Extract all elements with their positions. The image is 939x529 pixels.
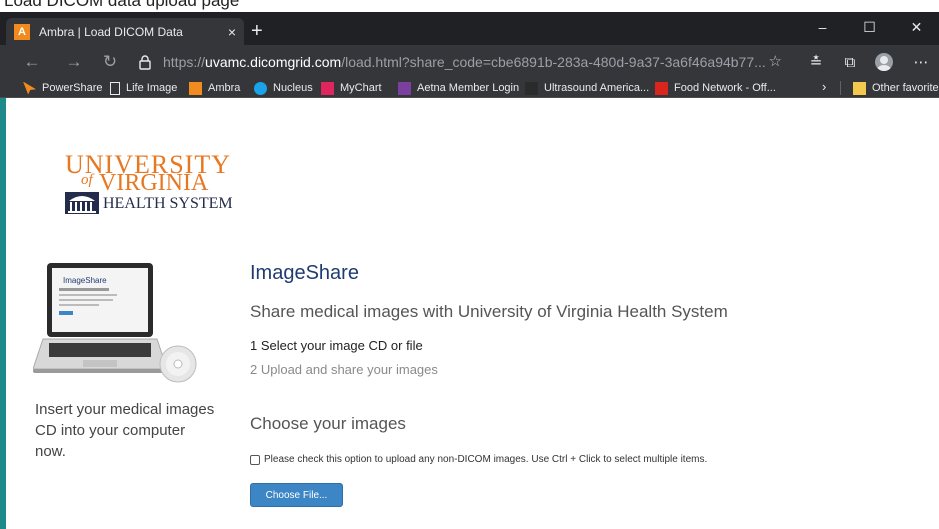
caption-text: Load DICOM data upload page xyxy=(4,0,240,10)
logo-line-virginia: VIRGINIA xyxy=(99,170,209,196)
url-host: uvamc.dicomgrid.com xyxy=(205,54,342,70)
blank-icon xyxy=(525,81,538,95)
step-1-label: 1 Select your image CD or file xyxy=(250,338,423,353)
browser-titlebar: A Ambra | Load DICOM Data × + – ☐ ✕ xyxy=(0,12,939,45)
bookmark-mychart[interactable]: MyChart xyxy=(321,80,382,96)
ambra-icon xyxy=(189,81,202,95)
favorites-list-icon[interactable]: ≛ xyxy=(803,50,829,74)
folder-icon xyxy=(853,81,866,95)
page-title: ImageShare xyxy=(250,262,359,284)
collections-icon[interactable]: ⧉ xyxy=(837,50,863,74)
bookmark-ambra[interactable]: Ambra xyxy=(189,80,240,96)
bookmark-life-image[interactable]: Life Image xyxy=(110,80,177,96)
tab-title: Ambra | Load DICOM Data xyxy=(39,24,183,39)
bookmark-other-favorites[interactable]: Other favorites xyxy=(853,80,939,96)
logo-line-health-system: HEALTH SYSTEM xyxy=(103,195,233,212)
url-path: /load.html?share_code=cbe6891b-283a-480d… xyxy=(341,54,766,70)
insert-cd-instructions: Insert your medical images CD into your … xyxy=(35,401,215,460)
maximize-icon[interactable]: ☐ xyxy=(847,12,892,42)
more-menu-icon[interactable]: ⋯ xyxy=(908,50,934,74)
logo-of: of xyxy=(81,172,93,188)
chevron-right-icon[interactable]: › xyxy=(822,79,826,94)
back-arrow-icon[interactable]: ← xyxy=(20,50,44,74)
profile-avatar[interactable] xyxy=(871,50,897,74)
laptop-with-cd-illustration: ImageShare xyxy=(33,263,197,383)
bookmark-ultrasound[interactable]: Ultrasound America... xyxy=(525,80,649,96)
browser-toolbar: ← → ↻ https:// uvamc.dicomgrid.com /load… xyxy=(0,45,939,78)
refresh-icon[interactable]: ↻ xyxy=(98,50,122,74)
foodnetwork-icon xyxy=(655,81,668,95)
rotunda-icon xyxy=(65,192,99,214)
new-tab-icon[interactable]: + xyxy=(251,21,263,41)
bookmark-aetna[interactable]: Aetna Member Login xyxy=(398,80,519,96)
bookmark-food-network[interactable]: Food Network - Off... xyxy=(655,80,776,96)
close-window-icon[interactable]: ✕ xyxy=(894,12,939,42)
mychart-icon xyxy=(321,81,334,95)
choose-file-button[interactable]: Choose File... xyxy=(250,483,343,507)
url-scheme: https:// xyxy=(163,54,206,70)
minimize-icon[interactable]: – xyxy=(800,12,845,42)
bookmark-divider xyxy=(840,81,841,95)
nucleus-icon xyxy=(254,81,267,95)
choose-images-heading: Choose your images xyxy=(250,414,406,433)
cursor-icon xyxy=(23,81,36,95)
caption-strip: Load DICOM data upload page xyxy=(0,0,939,12)
browser-tab[interactable]: A Ambra | Load DICOM Data × xyxy=(6,18,244,45)
step-2-label: 2 Upload and share your images xyxy=(250,362,438,377)
page-subtitle: Share medical images with University of … xyxy=(250,302,728,321)
aetna-icon xyxy=(398,81,411,95)
non-dicom-checkbox[interactable] xyxy=(250,454,260,465)
page-content: UNIVERSITY of VIRGINIA HEALTH SYSTEM Ima… xyxy=(0,98,939,529)
bookmark-nucleus[interactable]: Nucleus xyxy=(254,80,313,96)
non-dicom-checkbox-label[interactable]: Please check this option to upload any n… xyxy=(264,454,707,465)
bookmarks-bar: PowerShare Life Image Ambra Nucleus MyCh… xyxy=(0,78,939,98)
ambra-favicon-icon: A xyxy=(14,23,30,40)
tab-close-icon[interactable]: × xyxy=(220,24,244,40)
favorite-star-icon[interactable]: ☆ xyxy=(769,52,782,70)
forward-arrow-icon[interactable]: → xyxy=(62,50,86,74)
lock-icon xyxy=(139,55,151,70)
laptop-screen-title: ImageShare xyxy=(63,276,107,285)
uva-health-logo: UNIVERSITY of VIRGINIA HEALTH SYSTEM xyxy=(61,148,233,218)
page-icon xyxy=(110,81,120,95)
non-dicom-option: Please check this option to upload any n… xyxy=(250,454,707,465)
address-bar[interactable]: https:// uvamc.dicomgrid.com /load.html?… xyxy=(137,51,792,73)
bookmark-powershare[interactable]: PowerShare xyxy=(23,80,103,96)
avatar xyxy=(875,53,893,71)
